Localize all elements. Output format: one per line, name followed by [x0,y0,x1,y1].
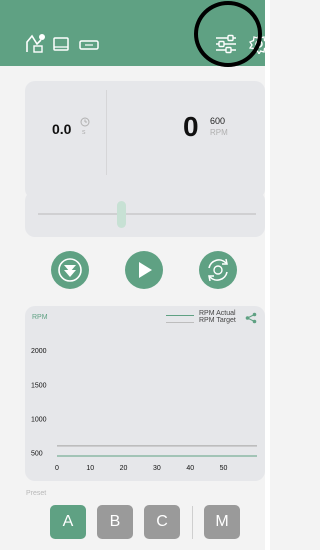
highlight-circle-annotation [194,1,262,67]
x-tick-label: 10 [86,465,94,472]
window-edge [265,0,270,550]
preset-m-button[interactable]: M [204,505,240,539]
x-tick-label: 50 [220,465,228,472]
preset-c-button[interactable]: C [144,505,180,539]
preset-divider [192,506,193,539]
x-tick-label: 30 [153,465,161,472]
y-tick-label: 500 [31,451,43,458]
x-tick-label: 20 [120,465,128,472]
x-tick-label: 0 [55,465,59,472]
x-tick-label: 40 [186,465,194,472]
y-tick-label: 1000 [31,416,47,423]
rpm-line-chart: 2000 1500 1000 500 0 10 20 30 40 50 [31,348,257,472]
y-tick-label: 2000 [31,348,47,355]
y-tick-label: 1500 [31,382,47,389]
preset-a-button[interactable]: A [50,505,86,539]
preset-b-button[interactable]: B [97,505,133,539]
preset-label: Preset [26,490,47,497]
